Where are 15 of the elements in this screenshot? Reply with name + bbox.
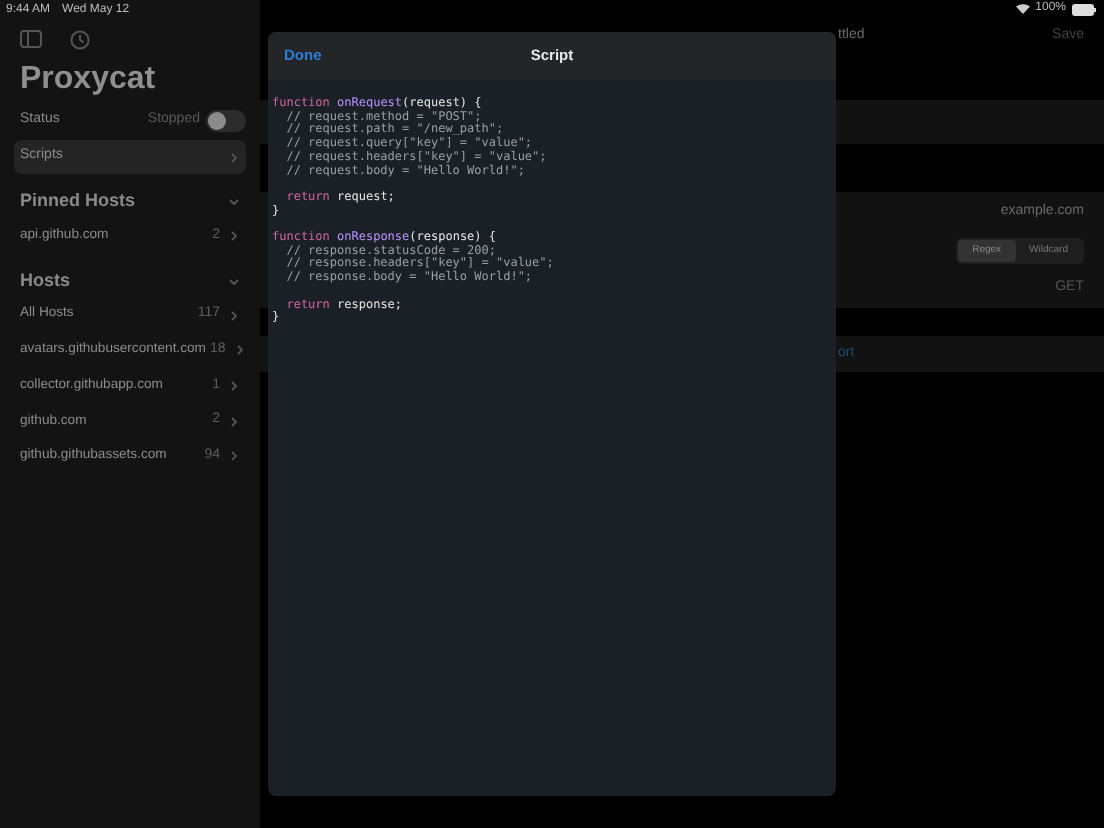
chevron-right-icon [228,309,240,322]
clock-icon[interactable] [70,30,90,50]
chevron-right-icon [228,415,240,428]
status-toggle[interactable] [206,109,246,131]
chevron-right-icon [228,450,240,463]
chevron-right-icon [228,151,240,163]
app-title: Proxycat [20,60,158,100]
chevron-right-icon [233,344,246,357]
section-header: Pinned Hosts [20,188,138,215]
chevron-right-icon [228,379,240,392]
chevron-right-icon [228,229,240,242]
battery-icon [1072,3,1096,15]
section-header: Hosts [20,267,73,294]
wifi-icon [1015,4,1030,14]
sidebar-toggle-icon[interactable] [20,30,42,48]
